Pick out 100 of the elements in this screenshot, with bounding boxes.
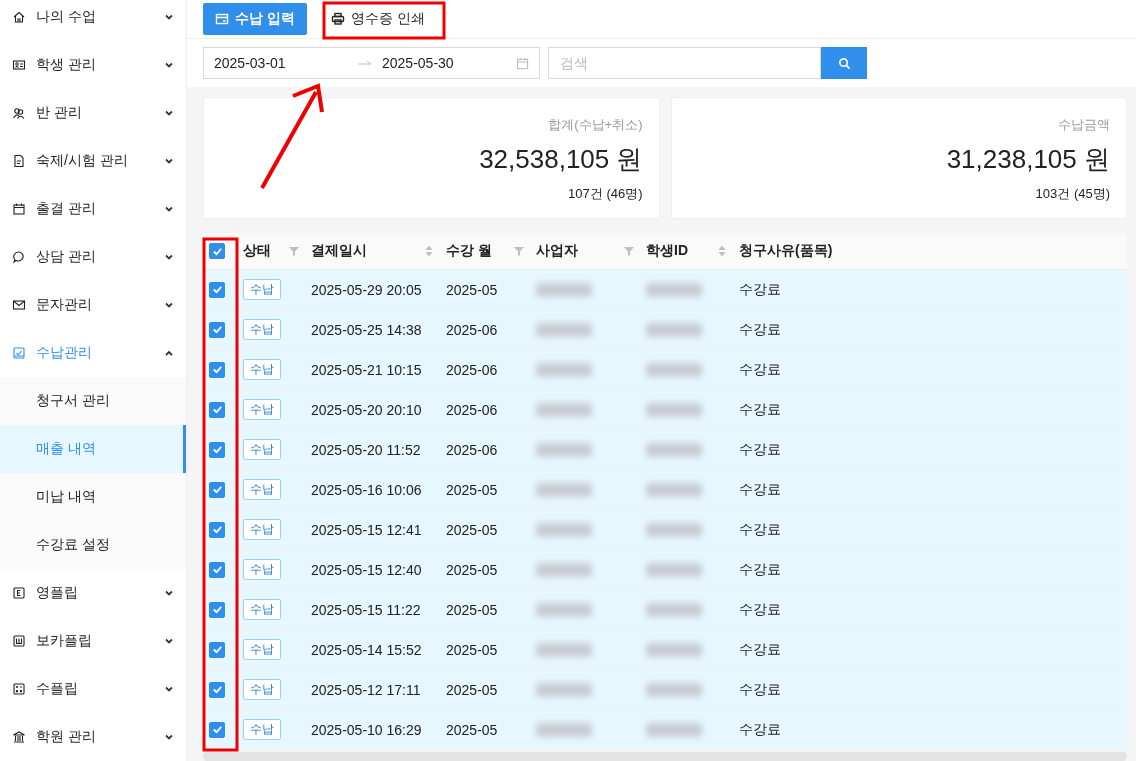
status-tag: 수납 [243,399,281,420]
chevron-icon [164,348,174,358]
submenu-item[interactable]: 수강료 설정 [0,521,186,569]
blurred-block [536,522,592,537]
sidebar-item[interactable]: 수납관리 [0,329,186,377]
table-cell: 수강료 [739,680,781,697]
letter-e-icon [12,586,26,600]
scrollbar[interactable] [203,752,1127,761]
blurred-block [536,362,592,377]
sidebar-item[interactable]: 반 관리 [0,89,186,137]
blurred-block [536,642,592,657]
row-checkbox[interactable] [209,441,225,458]
checkmark-icon [211,604,223,615]
table-cell: 2025-05-12 17:11 [311,681,421,698]
status-tag: 수납 [243,479,281,500]
table-cell: 수강료 [739,600,781,617]
search-button[interactable] [821,47,867,79]
table-cell: 수강료 [739,480,781,497]
checkmark-icon [211,564,223,575]
row-checkbox[interactable] [209,641,225,658]
blurred-block [646,562,702,577]
table-cell: 2025-05-10 16:29 [311,721,422,738]
blurred-block [646,682,702,697]
calculator-icon [12,682,26,696]
status-tag: 수납 [243,519,281,540]
chevron-icon [164,204,174,214]
filter-icon[interactable] [514,245,524,257]
sidebar-item[interactable]: 상담 관리 [0,233,186,281]
count-text: 103건 (45명) [1035,185,1110,203]
table-cell: 수강료 [739,440,781,457]
row-checkbox[interactable] [209,521,225,538]
column-header: 결제일시 [311,242,367,260]
blurred-block [646,602,702,617]
table-cell: 2025-05 [446,481,498,498]
blurred-block [646,402,702,417]
table-cell: 2025-05 [446,601,498,618]
status-tag: 수납 [243,319,281,340]
column-header: 사업자 [536,242,578,260]
blurred-block [536,562,592,577]
row-checkbox[interactable] [209,681,225,698]
chevron-icon [164,732,174,742]
sidebar-item[interactable]: 영플립 [0,569,186,617]
select-all-checkbox[interactable] [209,243,225,259]
row-checkbox[interactable] [209,721,225,738]
blurred-block [646,642,702,657]
row-checkbox[interactable] [209,281,225,298]
table-cell: 수강료 [739,400,781,417]
status-tag: 수납 [243,439,281,460]
checkmark-icon [211,524,223,535]
submenu-item[interactable]: 미납 내역 [0,473,186,521]
table-cell: 2025-05 [446,281,498,298]
filter-icon[interactable] [289,245,299,257]
status-tag: 수납 [243,719,281,740]
sort-icon[interactable] [424,245,434,257]
filter-icon[interactable] [624,245,634,257]
table-cell: 수강료 [739,320,781,337]
sidebar-item[interactable]: 보카플립 [0,617,186,665]
house-icon [12,10,26,24]
sidebar-item[interactable]: 문자관리 [0,281,186,329]
checkmark-icon [211,444,223,455]
table-cell: 2025-05 [446,641,498,658]
chevron-icon [164,300,174,310]
envelope-icon [12,298,26,312]
bank-icon [12,730,26,744]
table-cell: 수강료 [739,520,781,537]
submenu-item[interactable]: 청구서 관리 [0,377,186,425]
sidebar-item[interactable]: 나의 수업 [0,0,186,41]
date-range-field[interactable]: 2025-03-01 2025-05-30 [203,47,540,79]
status-tag: 수납 [243,279,281,300]
row-checkbox[interactable] [209,361,225,378]
column-header: 청구사유(품목) [739,242,833,260]
column-header: 학생ID [646,242,688,260]
checklist-icon [12,346,26,360]
blurred-block [646,442,702,457]
row-checkbox[interactable] [209,401,225,418]
sidebar-item[interactable]: 수플립 [0,665,186,713]
row-checkbox[interactable] [209,601,225,618]
blurred-block [536,682,592,697]
sidebar-item[interactable]: 숙제/시험 관리 [0,137,186,185]
table-cell: 2025-05-20 20:10 [311,401,422,418]
sort-icon[interactable] [717,245,727,257]
people-icon [12,106,26,120]
table-cell: 2025-06 [446,361,498,378]
letter-w-icon [12,634,26,648]
printer-icon [330,12,345,26]
chevron-icon [164,12,174,22]
blurred-block [536,482,592,497]
calendar-icon [12,202,26,216]
table-cell: 2025-05-20 11:52 [311,441,421,458]
sidebar-item[interactable]: 출결 관리 [0,185,186,233]
search-field[interactable]: 검색 [548,47,821,79]
row-checkbox[interactable] [209,481,225,498]
sidebar-item[interactable]: 학생 관리 [0,41,186,89]
row-checkbox[interactable] [209,561,225,578]
sidebar-item[interactable]: 학원 관리 [0,713,186,761]
amount-text: 32,538,105 원 [479,143,643,176]
row-checkbox[interactable] [209,321,225,338]
status-tag: 수납 [243,359,281,380]
table-cell: 2025-05 [446,681,498,698]
table-cell: 2025-05-15 12:41 [311,521,422,538]
